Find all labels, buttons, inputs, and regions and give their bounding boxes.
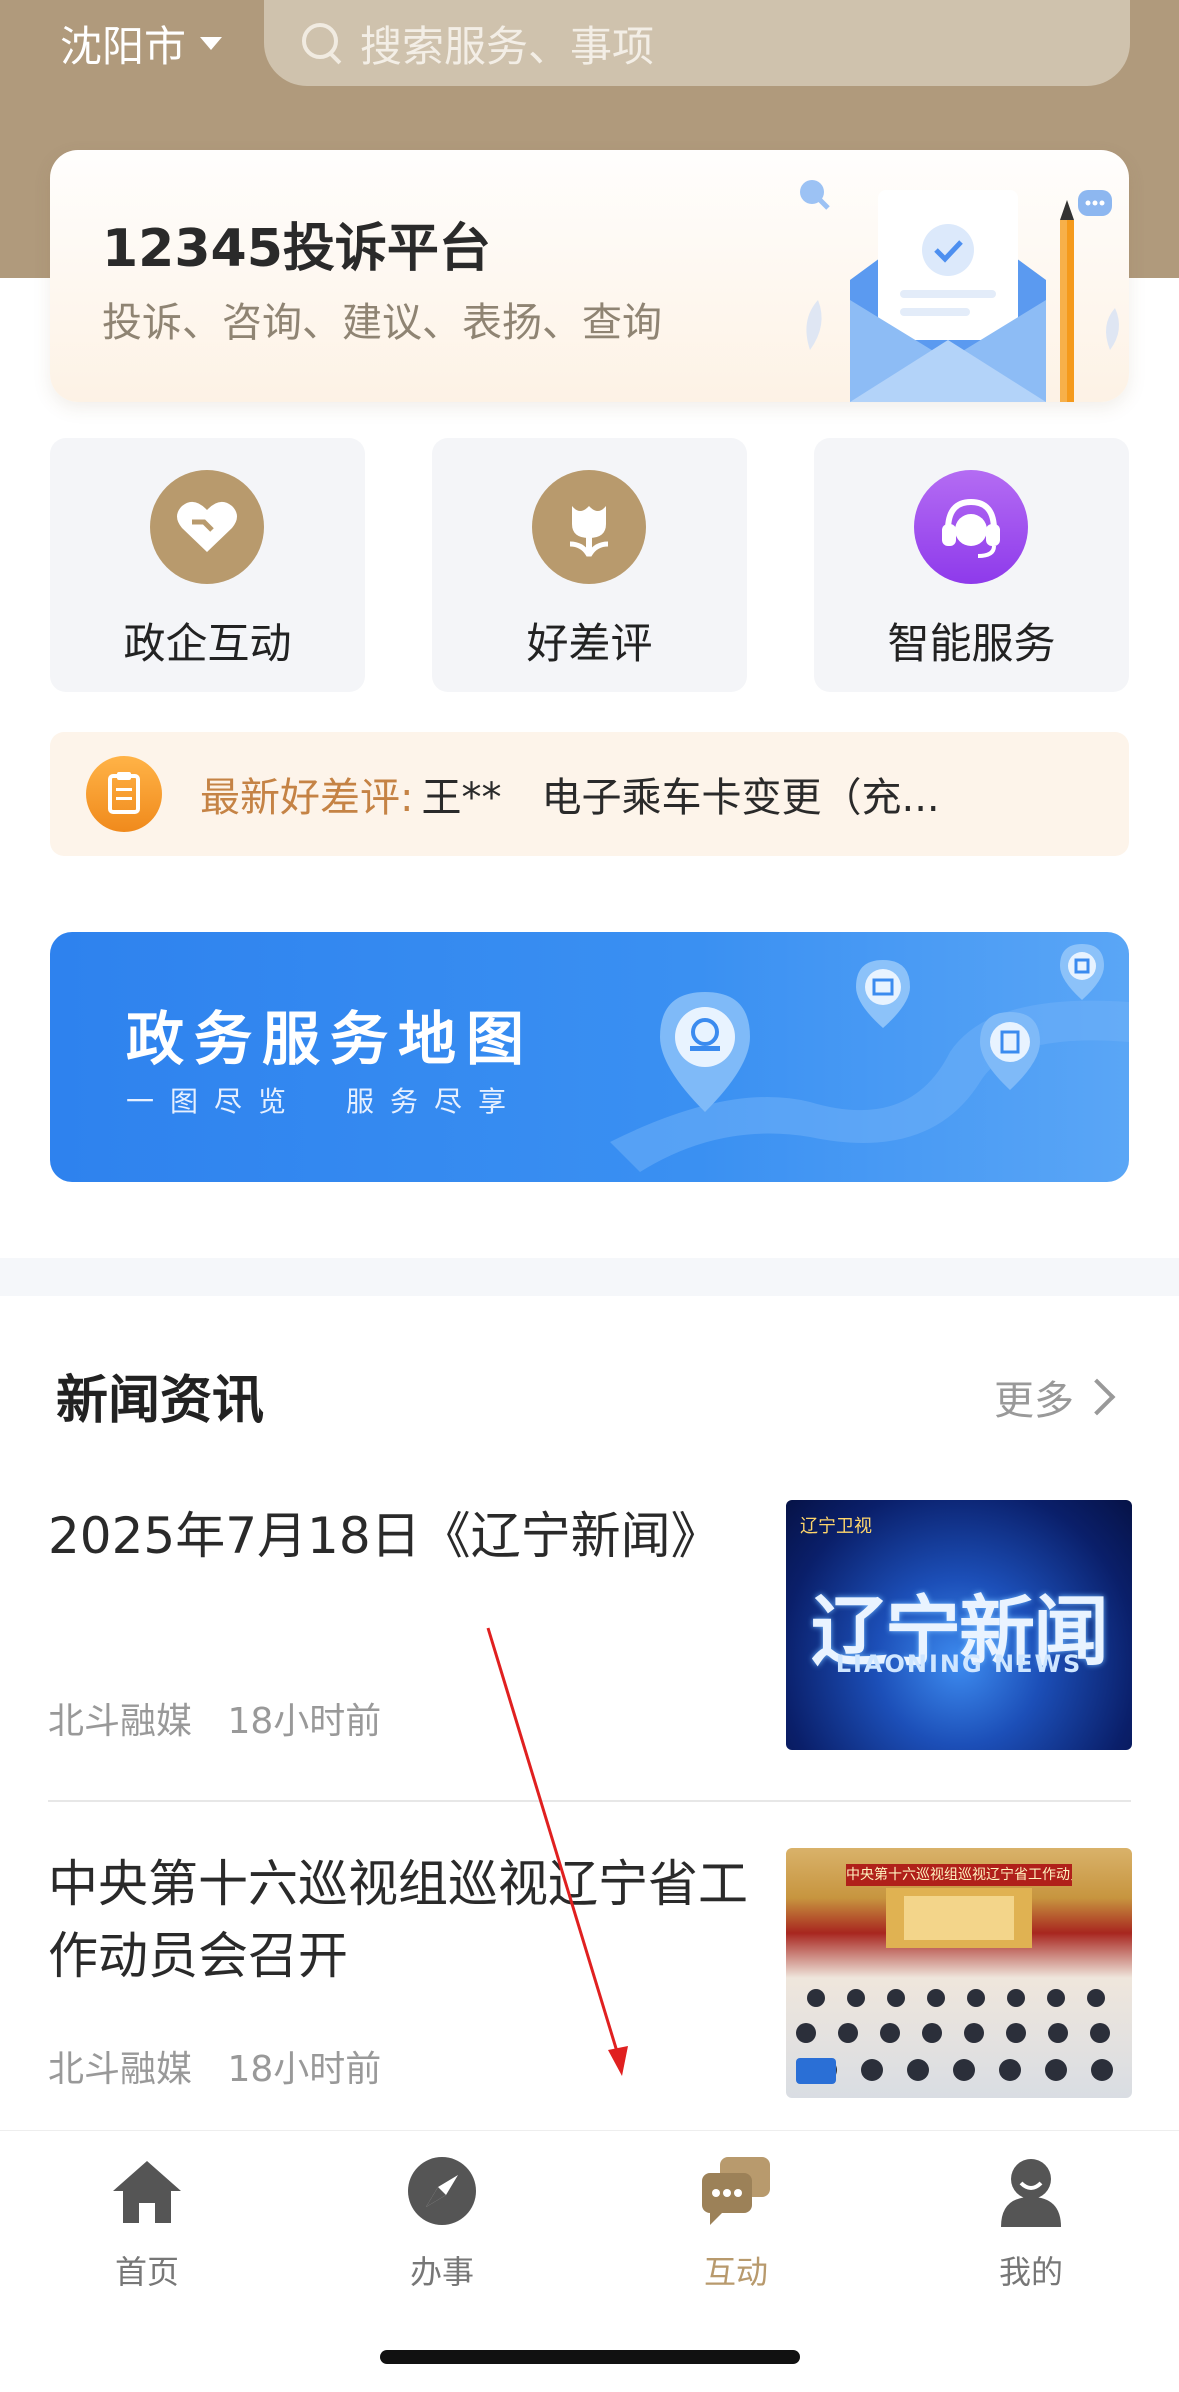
tab-profile[interactable]: 我的	[951, 2153, 1111, 2293]
news-source: 北斗融媒	[48, 2049, 193, 2090]
city-label: 沈阳市	[60, 21, 187, 71]
heart-handshake-icon	[150, 470, 264, 584]
caret-down-icon	[200, 36, 223, 50]
service-map-banner[interactable]: 政务服务地图 一图尽览 服务尽享	[50, 932, 1129, 1182]
complaint-platform-card[interactable]: 12345投诉平台 投诉、咨询、建议、表扬、查询	[50, 150, 1129, 402]
compass-icon	[408, 2157, 476, 2225]
search-icon	[300, 21, 344, 65]
news-source: 北斗融媒	[48, 1701, 193, 1742]
news-item-title: 中央第十六巡视组巡视辽宁省工作动员会召开	[48, 1855, 748, 1985]
review-label: 最新好差评:	[200, 775, 414, 821]
quick-link-review[interactable]: 好差评	[432, 438, 747, 692]
chevron-right-icon	[1078, 1378, 1116, 1416]
home-icon	[113, 2161, 181, 2223]
tab-interaction[interactable]: 互动	[656, 2153, 816, 2293]
tab-label: 办事	[409, 2253, 474, 2291]
home-indicator	[380, 2350, 800, 2364]
more-news-link[interactable]: 更多	[994, 1368, 1116, 1426]
complaint-card-title: 12345投诉平台	[102, 219, 491, 279]
quick-link-label: 政企互动	[123, 619, 292, 668]
quick-link-smart-service[interactable]: 智能服务	[814, 438, 1129, 692]
tab-services[interactable]: 办事	[362, 2153, 522, 2293]
news-time: 18小时前	[227, 2049, 382, 2090]
news-thumbnail: 辽宁卫视 辽宁新闻 LIAONING NEWS	[786, 1500, 1132, 1750]
thumb-subtitle: LIAONING NEWS	[835, 1650, 1083, 1678]
city-selector[interactable]: 沈阳市	[60, 14, 223, 72]
envelope-illustration-icon	[800, 180, 1119, 402]
quick-link-gov-enterprise[interactable]: 政企互动	[50, 438, 365, 692]
thumb-logo: 辽宁卫视	[800, 1516, 872, 1537]
news-thumbnail: 中央第十六巡视组巡视辽宁省工作动员会	[786, 1848, 1132, 2098]
clipboard-icon	[86, 756, 162, 832]
news-section-title: 新闻资讯	[56, 1371, 265, 1431]
more-label: 更多	[994, 1378, 1074, 1424]
banner-title: 政务服务地图	[126, 1005, 535, 1073]
review-text: 王** 电子乘车卡变更（充...	[421, 775, 940, 821]
tulip-icon	[532, 470, 646, 584]
complaint-card-subtitle: 投诉、咨询、建议、表扬、查询	[102, 300, 662, 346]
news-item-meta: 北斗融媒 18小时前	[48, 2040, 381, 2092]
latest-review-ticker[interactable]: 最新好差评: 王** 电子乘车卡变更（充...	[50, 732, 1129, 856]
tab-label: 首页	[114, 2253, 179, 2291]
section-separator	[0, 1258, 1179, 1296]
news-item-meta: 北斗融媒 18小时前	[48, 1692, 381, 1744]
news-divider	[48, 1800, 1131, 1802]
quick-link-label: 智能服务	[887, 619, 1056, 668]
tab-home[interactable]: 首页	[67, 2153, 227, 2293]
news-time: 18小时前	[227, 1701, 382, 1742]
search-bar[interactable]: 搜索服务、事项	[264, 0, 1130, 86]
headset-service-icon	[914, 470, 1028, 584]
banner-subtitle: 一图尽览 服务尽享	[126, 1085, 523, 1118]
tab-label: 互动	[703, 2253, 768, 2291]
news-item-title: 2025年7月18日《辽宁新闻》	[48, 1507, 721, 1565]
chat-bubbles-icon	[702, 2157, 770, 2225]
news-item[interactable]: 2025年7月18日《辽宁新闻》 北斗融媒 18小时前 辽宁卫视 辽宁新闻 LI…	[48, 1500, 1132, 1760]
news-item[interactable]: 中央第十六巡视组巡视辽宁省工作动员会召开 北斗融媒 18小时前 中央第十六巡视组…	[48, 1848, 1132, 2100]
meeting-hall-image-icon	[796, 1888, 1113, 2084]
map-pins-illustration-icon	[610, 944, 1129, 1172]
search-placeholder: 搜索服务、事项	[360, 21, 655, 71]
quick-link-label: 好差评	[526, 619, 653, 668]
tab-label: 我的	[998, 2253, 1063, 2291]
person-icon	[1001, 2159, 1061, 2227]
